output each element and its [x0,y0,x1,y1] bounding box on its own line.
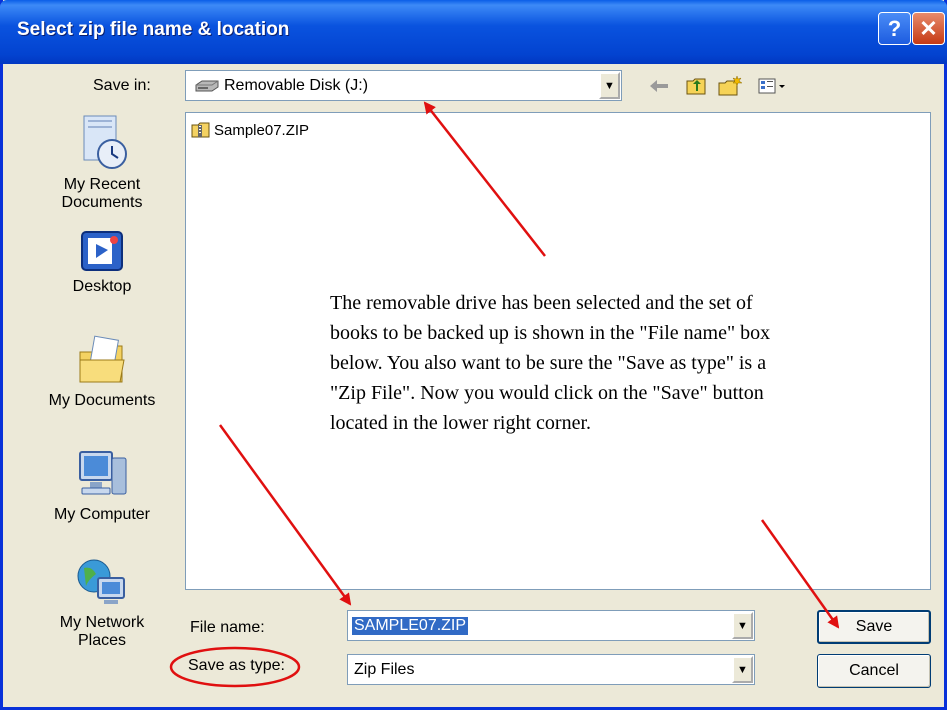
up-folder-icon [686,78,706,95]
up-folder-button[interactable] [683,73,709,99]
file-item[interactable]: Sample07.ZIP [191,121,309,139]
places-recent-documents[interactable]: My Recent Documents [43,112,161,212]
file-name-dropdown-arrow[interactable]: ▼ [732,612,753,639]
chevron-down-icon: ▼ [604,79,615,92]
places-my-documents-label: My Documents [48,392,156,409]
save-in-dropdown[interactable]: Removable Disk (J:) ▼ [185,70,622,101]
places-my-computer-label: My Computer [53,506,151,523]
save-button-label: Save [855,618,893,635]
file-name-text: Sample07.ZIP [214,121,310,139]
save-as-type-value: Zip Files [354,660,415,678]
title-bar[interactable]: Select zip file name & location ? ✕ [0,0,947,64]
zip-folder-icon [191,122,210,138]
desktop-icon [81,231,123,271]
file-name-value: SAMPLE07.ZIP [352,616,469,635]
save-dialog: Select zip file name & location ? ✕ Save… [0,0,947,710]
help-button[interactable]: ? [878,12,911,45]
back-arrow-icon [650,80,668,92]
cancel-button[interactable]: Cancel [817,654,931,688]
help-icon: ? [887,15,902,41]
my-documents-icon [79,335,125,383]
my-network-places-icon [77,559,125,604]
views-menu-icon [758,78,785,94]
save-in-value: Removable Disk (J:) [224,76,369,94]
places-my-network[interactable]: My Network Places [43,556,161,650]
file-name-label: File name: [190,619,265,636]
places-my-network-label: My Network Places [59,614,145,649]
save-in-label: Save in: [93,77,151,94]
places-desktop[interactable]: Desktop [43,228,161,296]
new-folder-button[interactable] [715,73,745,99]
new-folder-icon [718,75,743,96]
views-menu-button[interactable] [755,73,789,99]
close-button[interactable]: ✕ [912,12,945,45]
save-as-type-dropdown[interactable]: Zip Files ▼ [347,654,755,685]
places-recent-label: My Recent Documents [61,176,143,211]
window-title: Select zip file name & location [17,19,290,40]
annotation-text: The removable drive has been selected an… [330,292,771,434]
places-desktop-label: Desktop [72,278,132,295]
my-computer-icon [79,451,127,495]
file-name-input[interactable]: SAMPLE07.ZIP ▼ [347,610,755,641]
save-in-dropdown-arrow[interactable]: ▼ [599,72,620,99]
places-my-documents[interactable]: My Documents [43,334,161,410]
recent-documents-icon [83,115,127,169]
cancel-button-label: Cancel [849,662,899,679]
chevron-down-icon: ▼ [737,663,748,676]
save-as-type-label: Save as type: [188,657,285,674]
places-my-computer[interactable]: My Computer [43,446,161,524]
back-button[interactable] [646,73,672,99]
chevron-down-icon: ▼ [737,619,748,632]
save-button[interactable]: Save [817,610,931,644]
save-as-type-dropdown-arrow[interactable]: ▼ [732,656,753,683]
removable-disk-icon [195,80,219,91]
close-icon: ✕ [919,15,938,41]
